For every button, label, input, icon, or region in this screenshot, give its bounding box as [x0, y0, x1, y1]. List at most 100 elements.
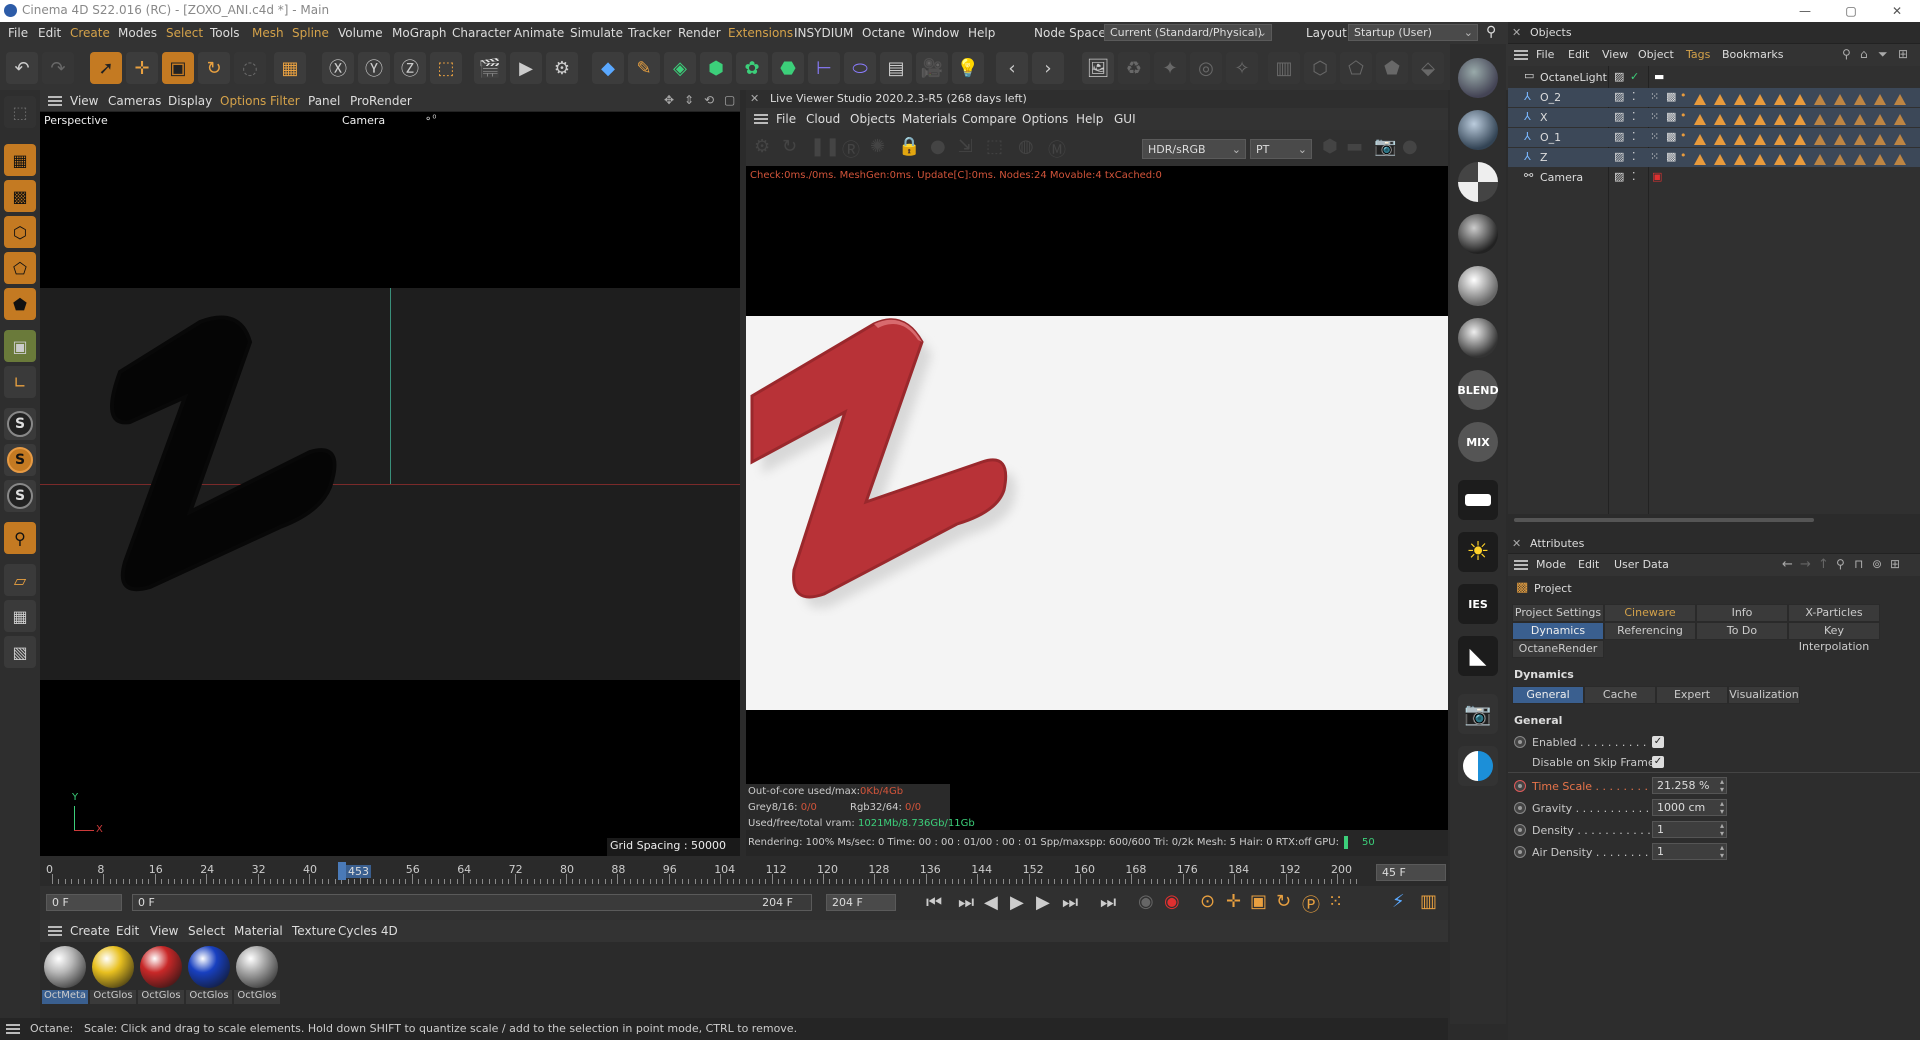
- y-axis-icon[interactable]: Ⓨ: [358, 52, 390, 84]
- menu-mograph[interactable]: MoGraph: [392, 26, 447, 40]
- scale-tool-icon[interactable]: ▣: [162, 52, 194, 84]
- texture-tag-icon[interactable]: [1834, 114, 1846, 125]
- texture-tag-icon[interactable]: [1834, 94, 1846, 105]
- z-axis-icon[interactable]: Ⓩ: [394, 52, 426, 84]
- close-icon[interactable]: ✕: [750, 92, 759, 105]
- timeline-icon[interactable]: ▥: [1420, 891, 1437, 912]
- tab-dynamics[interactable]: Dynamics: [1512, 622, 1604, 640]
- edges-icon[interactable]: ⬠: [4, 252, 36, 284]
- texture-tag-icon[interactable]: [1894, 94, 1906, 105]
- timeline-ruler[interactable]: 0816243240485664728088961041121201281361…: [40, 860, 1448, 886]
- hexagon-icon[interactable]: ⬢: [1322, 136, 1338, 157]
- material-item[interactable]: OctGlos: [90, 944, 136, 1006]
- new-panel-icon[interactable]: ⊞: [1898, 47, 1908, 61]
- texture-tag-icon[interactable]: [1734, 134, 1746, 145]
- texture-tag-icon[interactable]: [1694, 94, 1706, 105]
- close-icon[interactable]: ✕: [1512, 537, 1521, 550]
- tab-cineware[interactable]: Cineware: [1604, 604, 1696, 622]
- enabled-checkbox[interactable]: ✓: [1652, 736, 1664, 748]
- texture-tag-icon[interactable]: [1894, 114, 1906, 125]
- lock-icon[interactable]: ⊓: [1854, 557, 1863, 571]
- texture-tag-icon[interactable]: [1854, 154, 1866, 165]
- render-settings-icon[interactable]: ✺: [870, 136, 885, 157]
- texture-tag-icon[interactable]: [1794, 114, 1806, 125]
- previous-key-icon[interactable]: ⏭: [958, 892, 974, 913]
- texture-tag-icon[interactable]: [1754, 114, 1766, 125]
- lv-menu-file[interactable]: File: [776, 112, 796, 126]
- cube-icon[interactable]: ◆: [592, 52, 624, 84]
- obj-menu-file[interactable]: File: [1536, 48, 1554, 61]
- magnet-icon[interactable]: ⚲: [4, 522, 36, 554]
- texture-tag-icon[interactable]: [1834, 134, 1846, 145]
- camera-icon[interactable]: 🎥: [916, 52, 948, 84]
- mat-menu-cycles4d[interactable]: Cycles 4D: [338, 924, 398, 938]
- polygons-mode-icon[interactable]: ⬟: [1376, 52, 1408, 84]
- obj-menu-bookmarks[interactable]: Bookmarks: [1722, 48, 1783, 61]
- maximize-button[interactable]: ▢: [1828, 0, 1874, 22]
- redo-icon[interactable]: ↷: [42, 52, 74, 84]
- object-tool-icon[interactable]: ▦: [274, 52, 306, 84]
- hamburger-menu-icon[interactable]: [48, 96, 62, 106]
- material-item[interactable]: OctGlos: [186, 944, 232, 1006]
- air-density-input[interactable]: 1 ▴ ▾: [1652, 843, 1727, 860]
- texture-tag-icon[interactable]: [1694, 154, 1706, 165]
- menu-select[interactable]: Select: [166, 26, 203, 40]
- go-to-end-icon[interactable]: ⏭: [1100, 892, 1116, 913]
- max-frame-field[interactable]: 204 F: [826, 894, 896, 911]
- camera-link-icon[interactable]: ⚬⁰: [424, 114, 436, 125]
- gravity-input[interactable]: 1000 cm ▴ ▾: [1652, 799, 1727, 816]
- region-render-icon[interactable]: Ⓡ: [842, 136, 860, 162]
- model-mode-icon[interactable]: ▥: [1268, 52, 1300, 84]
- texture-tag-icon[interactable]: [1814, 134, 1826, 145]
- play-icon[interactable]: ▶: [1010, 892, 1024, 913]
- field-icon[interactable]: ⬭: [844, 52, 876, 84]
- octane-sun-icon[interactable]: ☀: [1458, 532, 1498, 572]
- octane-glossy-icon[interactable]: [1458, 110, 1498, 150]
- octane-area-light-icon[interactable]: [1458, 480, 1498, 520]
- mat-menu-edit[interactable]: Edit: [116, 924, 139, 938]
- animation-radio[interactable]: [1514, 802, 1526, 814]
- animation-radio[interactable]: [1514, 736, 1526, 748]
- forward-arrow-icon[interactable]: ›: [1032, 52, 1064, 84]
- tweak-icon[interactable]: ✧: [1226, 52, 1258, 84]
- pause-render-icon[interactable]: ❚❚: [810, 136, 840, 157]
- render-picture-icon[interactable]: 🖼: [1082, 52, 1114, 84]
- texture-tag-icon[interactable]: [1754, 154, 1766, 165]
- mat-menu-select[interactable]: Select: [188, 924, 225, 938]
- menu-extensions[interactable]: Extensions: [728, 26, 793, 40]
- uv-icon[interactable]: ▣: [4, 330, 36, 362]
- viewport-menu-view[interactable]: View: [70, 94, 98, 108]
- forward-arrow-icon[interactable]: →: [1800, 557, 1811, 572]
- next-frame-icon[interactable]: ▶: [1036, 892, 1050, 913]
- material-item[interactable]: OctGlos: [234, 944, 280, 1006]
- kernel-dropdown[interactable]: PT ⌄: [1250, 139, 1312, 159]
- motion-record-icon[interactable]: ⚡: [1392, 891, 1405, 912]
- grid-icon[interactable]: ▦: [4, 600, 36, 632]
- texture-tag-icon[interactable]: [1694, 134, 1706, 145]
- polygons-icon[interactable]: ⬟: [4, 288, 36, 320]
- obj-menu-view[interactable]: View: [1602, 48, 1628, 61]
- lock-icon[interactable]: 🔒: [898, 136, 920, 157]
- minimize-button[interactable]: —: [1782, 0, 1828, 22]
- lv-menu-cloud[interactable]: Cloud: [806, 112, 840, 126]
- menu-window[interactable]: Window: [912, 26, 959, 40]
- render-settings-icon[interactable]: ⚙: [546, 52, 578, 84]
- subtab-cache[interactable]: Cache: [1584, 686, 1656, 704]
- rotation-key-icon[interactable]: ↻: [1276, 891, 1291, 912]
- snap-s3-icon[interactable]: S: [4, 480, 36, 512]
- bar-icon[interactable]: ▬: [1346, 136, 1363, 157]
- menu-render[interactable]: Render: [678, 26, 721, 40]
- texture-tag-icon[interactable]: [1894, 134, 1906, 145]
- live-viewer-render[interactable]: Check:0ms./0ms. MeshGen:0ms. Update[C]:0…: [746, 166, 1448, 830]
- texture-tag-icon[interactable]: [1894, 154, 1906, 165]
- attr-menu-mode[interactable]: Mode: [1536, 558, 1566, 571]
- subdivision-icon[interactable]: ◈: [664, 52, 696, 84]
- light-bulb-icon[interactable]: 💡: [952, 52, 984, 84]
- menu-create[interactable]: Create: [70, 26, 110, 40]
- texture-tag-icon[interactable]: [1874, 154, 1886, 165]
- current-frame-field[interactable]: 45 F: [1376, 864, 1446, 881]
- x-axis-icon[interactable]: Ⓧ: [322, 52, 354, 84]
- material-picker-icon[interactable]: Ⓜ: [1048, 136, 1066, 162]
- texture-tag-icon[interactable]: [1774, 154, 1786, 165]
- animation-radio[interactable]: [1514, 824, 1526, 836]
